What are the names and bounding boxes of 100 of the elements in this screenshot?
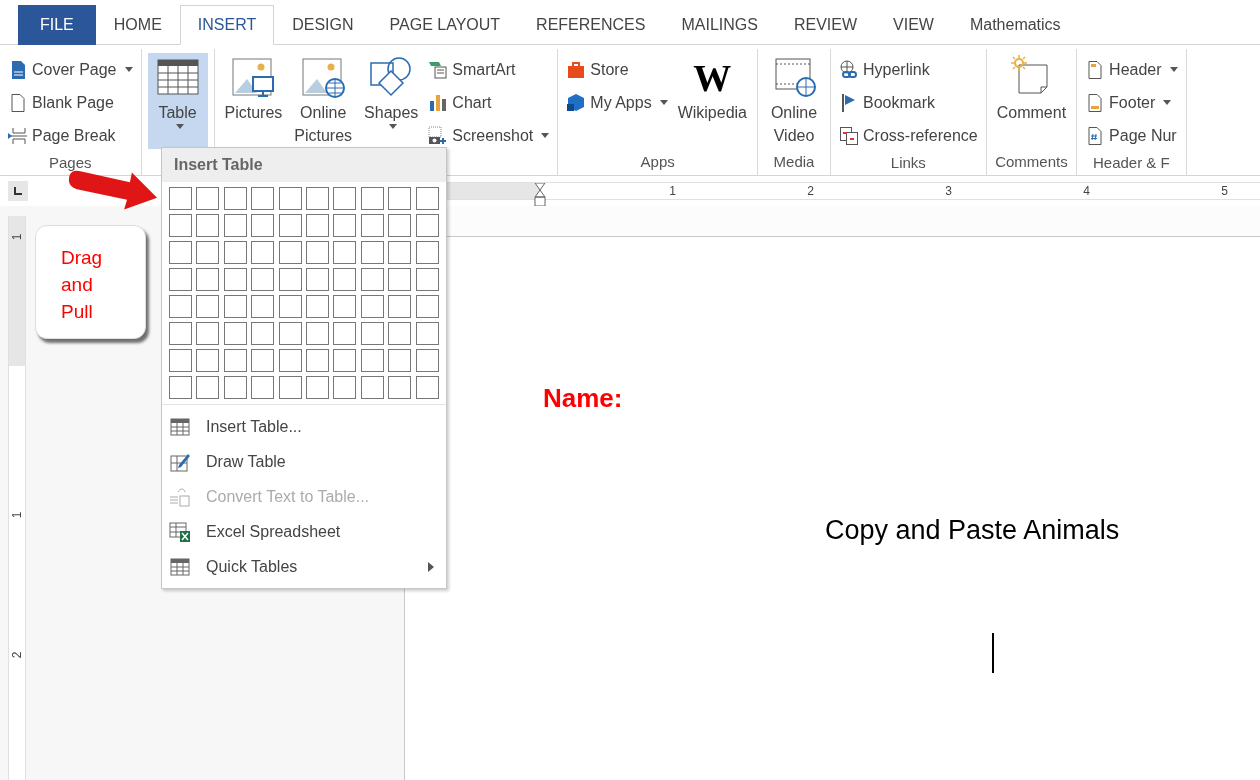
- table-grid-cell[interactable]: [333, 376, 357, 399]
- table-grid-cell[interactable]: [306, 376, 329, 399]
- table-grid-cell[interactable]: [169, 214, 192, 237]
- table-grid-cell[interactable]: [333, 241, 357, 264]
- table-grid-cell[interactable]: [333, 295, 357, 318]
- table-grid-cell[interactable]: [388, 322, 412, 345]
- ribbon-button[interactable]: Blank Page: [6, 86, 135, 119]
- table-grid-cell[interactable]: [278, 376, 302, 399]
- table-grid-cell[interactable]: [223, 322, 247, 345]
- table-grid-cell[interactable]: [278, 268, 302, 291]
- table-grid-cell[interactable]: [278, 241, 302, 264]
- ribbon-button[interactable]: SmartArt: [426, 53, 552, 86]
- table-grid-cell[interactable]: [360, 241, 384, 264]
- table-grid-cell[interactable]: [169, 295, 192, 318]
- table-grid-cell[interactable]: [388, 349, 412, 372]
- table-grid-cell[interactable]: [251, 241, 275, 264]
- table-grid-cell[interactable]: [306, 241, 329, 264]
- ribbon-button[interactable]: Bookmark: [837, 86, 980, 119]
- table-grid-cell[interactable]: [306, 349, 329, 372]
- table-grid-cell[interactable]: [196, 187, 220, 210]
- table-grid-cell[interactable]: [388, 268, 412, 291]
- table-grid-cell[interactable]: [306, 322, 329, 345]
- ribbon-tab[interactable]: DESIGN: [274, 5, 372, 45]
- table-grid-cell[interactable]: [415, 349, 439, 372]
- table-grid-cell[interactable]: [251, 187, 275, 210]
- table-grid-cell[interactable]: [333, 349, 357, 372]
- table-grid-cell[interactable]: [223, 214, 247, 237]
- table-grid-cell[interactable]: [169, 241, 192, 264]
- ribbon-button[interactable]: Store: [564, 53, 670, 86]
- ribbon-button[interactable]: Footer: [1083, 86, 1180, 119]
- table-grid-cell[interactable]: [251, 295, 275, 318]
- table-grid-cell[interactable]: [169, 187, 192, 210]
- table-grid-cell[interactable]: [196, 295, 220, 318]
- ribbon-tab[interactable]: PAGE LAYOUT: [371, 5, 519, 45]
- table-grid-cell[interactable]: [251, 322, 275, 345]
- table-grid-cell[interactable]: [278, 349, 302, 372]
- file-tab[interactable]: FILE: [18, 5, 96, 45]
- ribbon-button[interactable]: Cover Page: [6, 53, 135, 86]
- table-grid-cell[interactable]: [415, 376, 439, 399]
- table-grid-cell[interactable]: [251, 268, 275, 291]
- table-grid-cell[interactable]: [388, 214, 412, 237]
- table-grid-cell[interactable]: [333, 322, 357, 345]
- menu-item[interactable]: Insert Table...: [162, 409, 446, 444]
- table-grid-cell[interactable]: [415, 295, 439, 318]
- ribbon-button[interactable]: Page Nur: [1083, 119, 1180, 152]
- ribbon-tab[interactable]: REFERENCES: [518, 5, 664, 45]
- table-grid-cell[interactable]: [306, 187, 329, 210]
- table-grid-cell[interactable]: [278, 187, 302, 210]
- ribbon-button[interactable]: Header: [1083, 53, 1180, 86]
- table-grid-cell[interactable]: [196, 349, 220, 372]
- ribbon-button[interactable]: Chart: [426, 86, 552, 119]
- menu-item[interactable]: Quick Tables: [162, 549, 446, 584]
- ribbon-tab[interactable]: INSERT: [179, 5, 275, 45]
- menu-item[interactable]: Draw Table: [162, 444, 446, 479]
- table-grid-cell[interactable]: [223, 295, 247, 318]
- ribbon-large-button[interactable]: W Wikipedia: [673, 53, 751, 149]
- table-grid-cell[interactable]: [278, 214, 302, 237]
- table-grid-cell[interactable]: [223, 349, 247, 372]
- table-grid-cell[interactable]: [196, 241, 220, 264]
- menu-item[interactable]: Excel Spreadsheet: [162, 514, 446, 549]
- table-grid-cell[interactable]: [360, 295, 384, 318]
- table-grid-cell[interactable]: [415, 214, 439, 237]
- ribbon-button[interactable]: Cross-reference: [837, 119, 980, 152]
- table-grid-cell[interactable]: [415, 241, 439, 264]
- ribbon-tab[interactable]: HOME: [95, 5, 180, 45]
- table-grid-cell[interactable]: [415, 187, 439, 210]
- table-grid-cell[interactable]: [360, 376, 384, 399]
- table-grid-cell[interactable]: [360, 214, 384, 237]
- table-grid-cell[interactable]: [251, 376, 275, 399]
- table-grid-cell[interactable]: [169, 268, 192, 291]
- table-grid-cell[interactable]: [306, 214, 329, 237]
- table-grid-cell[interactable]: [196, 322, 220, 345]
- ribbon-button[interactable]: Page Break: [6, 119, 135, 152]
- table-grid-cell[interactable]: [169, 349, 192, 372]
- table-grid-cell[interactable]: [223, 187, 247, 210]
- table-grid-cell[interactable]: [388, 187, 412, 210]
- ribbon-large-button[interactable]: Online Video: [764, 53, 824, 149]
- ribbon-tab[interactable]: REVIEW: [775, 5, 876, 45]
- table-grid-cell[interactable]: [223, 268, 247, 291]
- table-grid-cell[interactable]: [360, 268, 384, 291]
- table-grid-cell[interactable]: [196, 214, 220, 237]
- table-grid-cell[interactable]: [388, 376, 412, 399]
- table-grid-cell[interactable]: [306, 268, 329, 291]
- table-grid-cell[interactable]: [333, 187, 357, 210]
- table-grid-cell[interactable]: [388, 241, 412, 264]
- table-grid-cell[interactable]: [278, 322, 302, 345]
- table-grid-cell[interactable]: [388, 295, 412, 318]
- table-grid-cell[interactable]: [415, 268, 439, 291]
- ribbon-tab[interactable]: Mathematics: [951, 5, 1079, 45]
- table-grid-cell[interactable]: [169, 376, 192, 399]
- tab-stop-selector[interactable]: [8, 181, 28, 201]
- table-grid-cell[interactable]: [251, 214, 275, 237]
- table-grid-cell[interactable]: [169, 322, 192, 345]
- ribbon-tab[interactable]: MAILINGS: [663, 5, 776, 45]
- table-grid-cell[interactable]: [360, 187, 384, 210]
- ribbon-large-button[interactable]: Table: [147, 53, 208, 149]
- table-grid-cell[interactable]: [360, 349, 384, 372]
- table-grid-cell[interactable]: [196, 268, 220, 291]
- table-grid-cell[interactable]: [223, 376, 247, 399]
- table-grid-cell[interactable]: [278, 295, 302, 318]
